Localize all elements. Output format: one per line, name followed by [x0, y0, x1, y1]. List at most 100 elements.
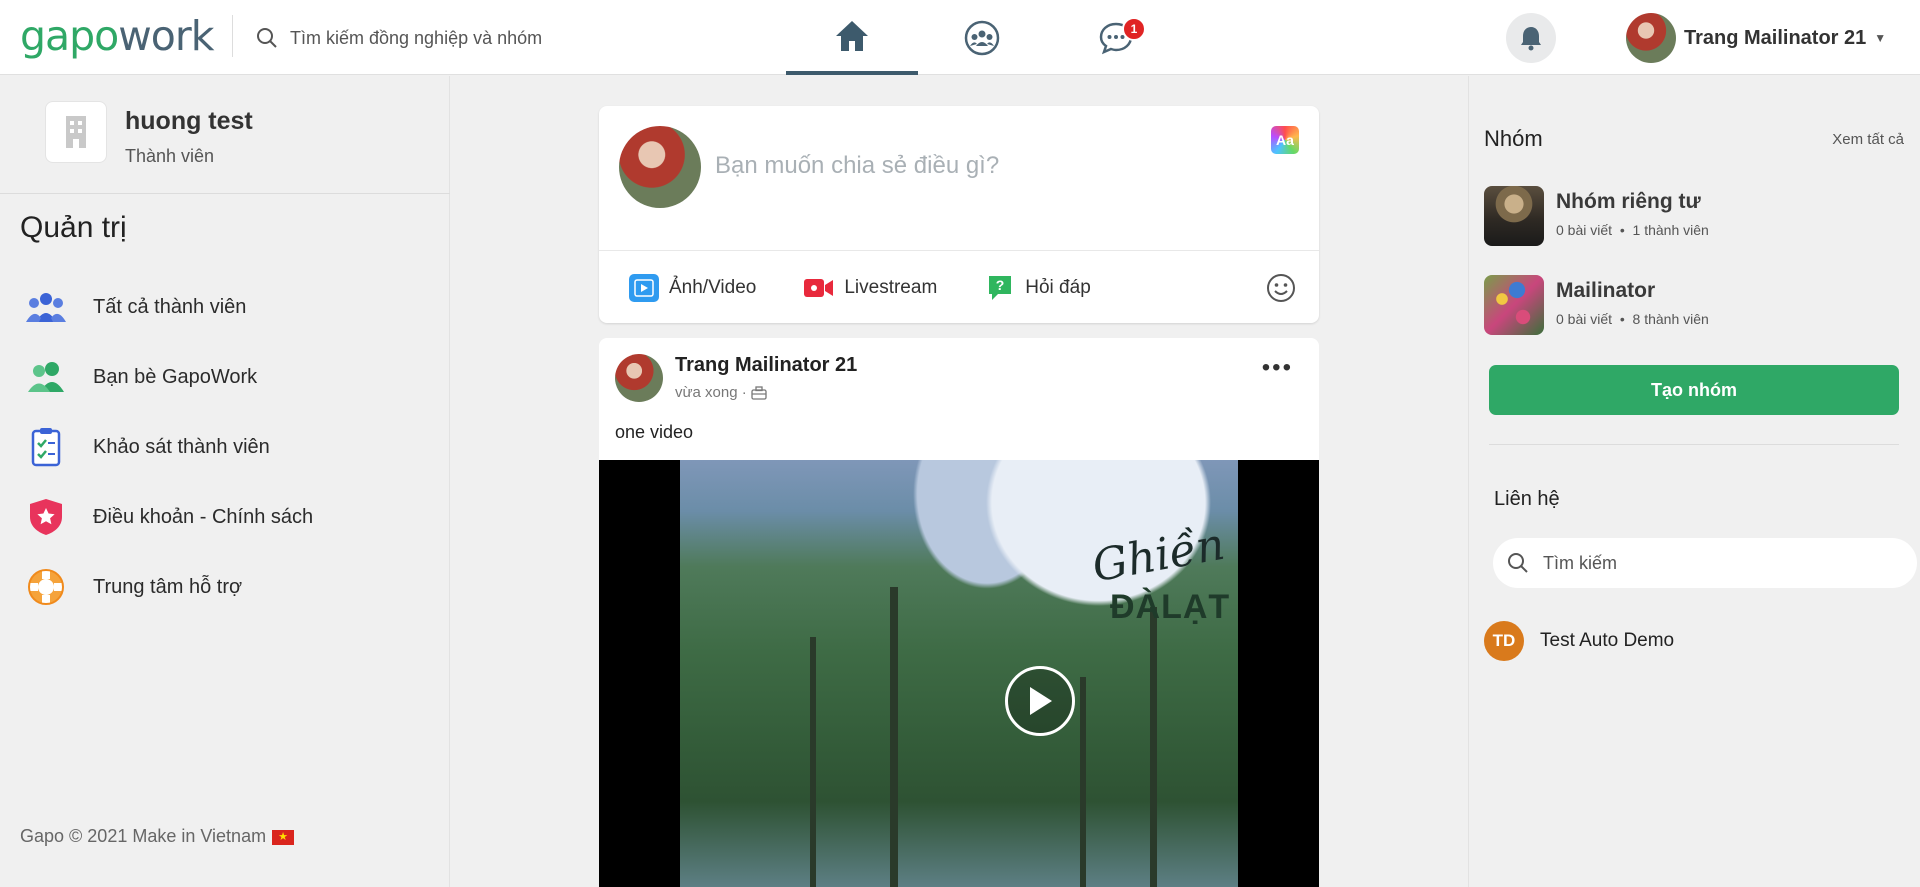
tree-trunk [810, 637, 816, 887]
tree-trunk [890, 587, 898, 887]
survey-icon [24, 425, 68, 469]
group-name: Nhóm riêng tư [1556, 190, 1701, 213]
notifications-button[interactable] [1506, 13, 1556, 63]
action-label: Ảnh/Video [669, 277, 757, 298]
group-thumbnail [1484, 275, 1544, 335]
vietnam-flag-icon: ★ [272, 829, 295, 845]
qa-button[interactable]: ? Hỏi đáp [985, 274, 1091, 302]
question-icon: ? [985, 274, 1015, 302]
search-icon [1508, 553, 1528, 573]
svg-text:?: ? [996, 277, 1005, 293]
chevron-down-icon: ▼ [1874, 31, 1887, 45]
see-all-groups-link[interactable]: Xem tất cả [1832, 131, 1904, 148]
groups-title: Nhóm [1484, 126, 1543, 151]
menu-item-friends[interactable]: Bạn bè GapoWork [24, 342, 313, 412]
divider [232, 15, 233, 57]
footer-text: Gapo © 2021 Make in Vietnam [20, 826, 267, 846]
more-options-icon[interactable]: ••• [1262, 354, 1293, 382]
contacts-title: Liên hệ [1494, 488, 1560, 510]
nav-groups-tab[interactable] [916, 0, 1048, 75]
divider [0, 193, 450, 194]
divider [1489, 444, 1899, 445]
chat-unread-badge: 1 [1122, 17, 1146, 41]
members-icon [24, 285, 68, 329]
video-player[interactable]: Ghiền ĐÀLẠT [599, 460, 1319, 887]
group-item[interactable]: Nhóm riêng tư 0 bài viết • 1 thành viên [1484, 186, 1709, 246]
action-label: Hỏi đáp [1025, 277, 1091, 298]
footer: Gapo © 2021 Make in Vietnam ★ [20, 826, 295, 847]
organization-name: huong test [125, 107, 253, 135]
post-text: one video [615, 422, 694, 442]
tree-trunk [1150, 607, 1157, 887]
right-sidebar: Nhóm Xem tất cả Nhóm riêng tư 0 bài viết… [1468, 76, 1920, 887]
user-menu[interactable]: Trang Mailinator 21 ▼ [1626, 13, 1886, 63]
group-posts: 0 bài viết [1556, 222, 1613, 238]
search-placeholder: Tìm kiếm đồng nghiệp và nhóm [290, 27, 543, 48]
menu-label: Trung tâm hỗ trợ [93, 575, 243, 598]
contact-item[interactable]: TD Test Auto Demo [1484, 621, 1674, 661]
text-style-button[interactable]: Aa [1271, 126, 1299, 154]
group-name: Mailinator [1556, 279, 1656, 302]
composer-input[interactable]: Bạn muốn chia sẻ điều gì? [715, 152, 999, 180]
gapowork-logo[interactable]: gapowork [20, 12, 214, 60]
policy-shield-icon [24, 495, 68, 539]
group-item[interactable]: Mailinator 0 bài viết • 8 thành viên [1484, 275, 1709, 335]
menu-item-policy[interactable]: Điều khoản - Chính sách [24, 482, 313, 552]
composer-actions: Ảnh/Video Livestream ? Hỏi đáp [629, 274, 1091, 302]
contact-search-placeholder: Tìm kiếm [1543, 552, 1617, 573]
photo-video-button[interactable]: Ảnh/Video [629, 274, 756, 302]
group-stats: 0 bài viết • 1 thành viên [1556, 222, 1709, 238]
logo-part-gapo: gapo [20, 12, 119, 60]
post-composer: Bạn muốn chia sẻ điều gì? Aa Ảnh/Video L… [599, 106, 1319, 323]
user-name: Trang Mailinator 21 [1684, 26, 1867, 49]
global-search[interactable]: Tìm kiếm đồng nghiệp và nhóm [256, 22, 542, 54]
post-author-avatar[interactable] [615, 354, 663, 402]
photo-video-icon [629, 274, 659, 302]
menu-label: Khảo sát thành viên [93, 435, 270, 458]
divider [599, 250, 1319, 251]
groups-icon [964, 20, 1000, 55]
menu-label: Tất cả thành viên [93, 295, 247, 318]
tree-trunk [1080, 677, 1086, 887]
contact-search-input[interactable]: Tìm kiếm [1493, 538, 1917, 588]
play-button[interactable] [1005, 666, 1075, 736]
livestream-icon [804, 274, 834, 302]
admin-section-title: Quản trị [20, 211, 127, 244]
menu-label: Bạn bè GapoWork [93, 365, 258, 388]
group-stats: 0 bài viết • 8 thành viên [1556, 311, 1709, 327]
logo-part-work: work [118, 12, 214, 60]
emoji-icon[interactable] [1265, 272, 1297, 304]
post-time: vừa xong · [675, 384, 747, 401]
nav-chat-tab[interactable]: 1 [1050, 0, 1182, 75]
feed-post: Trang Mailinator 21 vừa xong · ••• one v… [599, 338, 1319, 887]
composer-avatar [619, 126, 701, 208]
user-avatar [1626, 13, 1676, 63]
left-sidebar: huong test Thành viên Quản trị Tất cả th… [0, 76, 450, 887]
post-author[interactable]: Trang Mailinator 21 [675, 354, 857, 377]
home-icon [836, 20, 868, 51]
play-icon [1030, 687, 1052, 715]
bell-icon [1521, 27, 1541, 51]
contact-avatar: TD [1484, 621, 1524, 661]
work-privacy-icon [751, 385, 767, 400]
livestream-button[interactable]: Livestream [804, 274, 937, 302]
create-group-button[interactable]: Tạo nhóm [1489, 365, 1899, 415]
nav-home-tab[interactable] [786, 0, 918, 75]
top-navbar: gapowork Tìm kiếm đồng nghiệp và nhóm 1 … [0, 0, 1920, 75]
organization-card[interactable]: huong test Thành viên [45, 101, 253, 167]
search-icon [257, 28, 277, 48]
menu-label: Điều khoản - Chính sách [93, 505, 314, 528]
admin-menu: Tất cả thành viên Bạn bè GapoWork Khảo s… [24, 272, 313, 622]
menu-item-support[interactable]: Trung tâm hỗ trợ [24, 552, 313, 622]
video-overlay-text: ĐÀLẠT [1110, 588, 1231, 626]
building-icon [45, 101, 107, 163]
post-meta: vừa xong · [675, 384, 767, 401]
video-frame: Ghiền ĐÀLẠT [680, 460, 1238, 887]
group-posts: 0 bài viết [1556, 311, 1613, 327]
support-lifebuoy-icon [24, 565, 68, 609]
menu-item-all-members[interactable]: Tất cả thành viên [24, 272, 313, 342]
friends-icon [24, 355, 68, 399]
group-members: 8 thành viên [1632, 311, 1709, 327]
menu-item-survey[interactable]: Khảo sát thành viên [24, 412, 313, 482]
action-label: Livestream [844, 277, 938, 298]
